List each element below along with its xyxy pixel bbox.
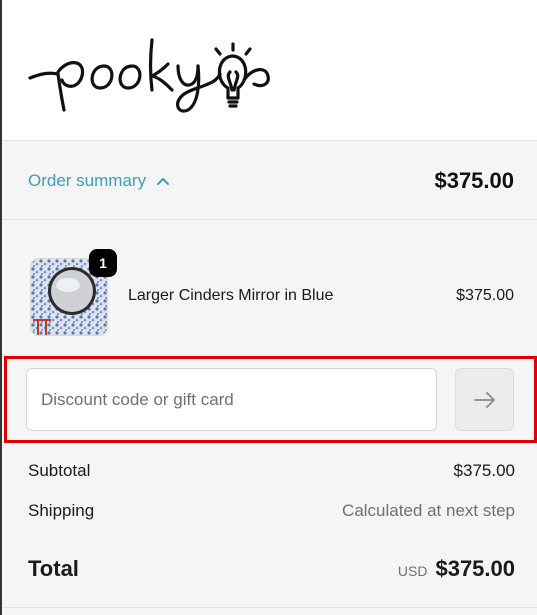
chevron-up-icon[interactable] (156, 174, 170, 188)
total-value: $375.00 (435, 556, 515, 581)
shipping-label: Shipping (28, 501, 95, 520)
quantity-badge: 1 (89, 249, 117, 277)
subtotal-value: $375.00 (453, 461, 515, 480)
total-row: Total USD $375.00 (28, 556, 515, 582)
product-price: $375.00 (456, 287, 514, 304)
total-amount: USD $375.00 (398, 556, 515, 582)
discount-code-input[interactable] (26, 368, 437, 431)
pooky-logo[interactable] (28, 28, 270, 118)
order-summary-total: $375.00 (434, 168, 514, 193)
total-label: Total (28, 556, 79, 581)
order-summary-label[interactable]: Order summary (28, 171, 146, 191)
shipping-value: Calculated at next step (342, 501, 515, 520)
product-name: Larger Cinders Mirror in Blue (128, 287, 334, 304)
order-summary-toggle[interactable]: Order summary (28, 171, 170, 191)
apply-discount-button[interactable] (455, 368, 514, 431)
shipping-row: Shipping Calculated at next step (28, 501, 515, 521)
arrow-right-icon (473, 391, 495, 408)
header (2, 0, 537, 141)
subtotal-row: Subtotal $375.00 (28, 461, 515, 481)
currency-code: USD (397, 563, 428, 579)
subtotal-label: Subtotal (28, 461, 91, 480)
order-summary-bar: Order summary $375.00 (2, 141, 537, 220)
divider (2, 607, 537, 608)
line-item: 1 Larger Cinders Mirror in Blue $375.00 (30, 249, 515, 338)
product-thumbnail-wrapper: 1 (30, 249, 117, 336)
